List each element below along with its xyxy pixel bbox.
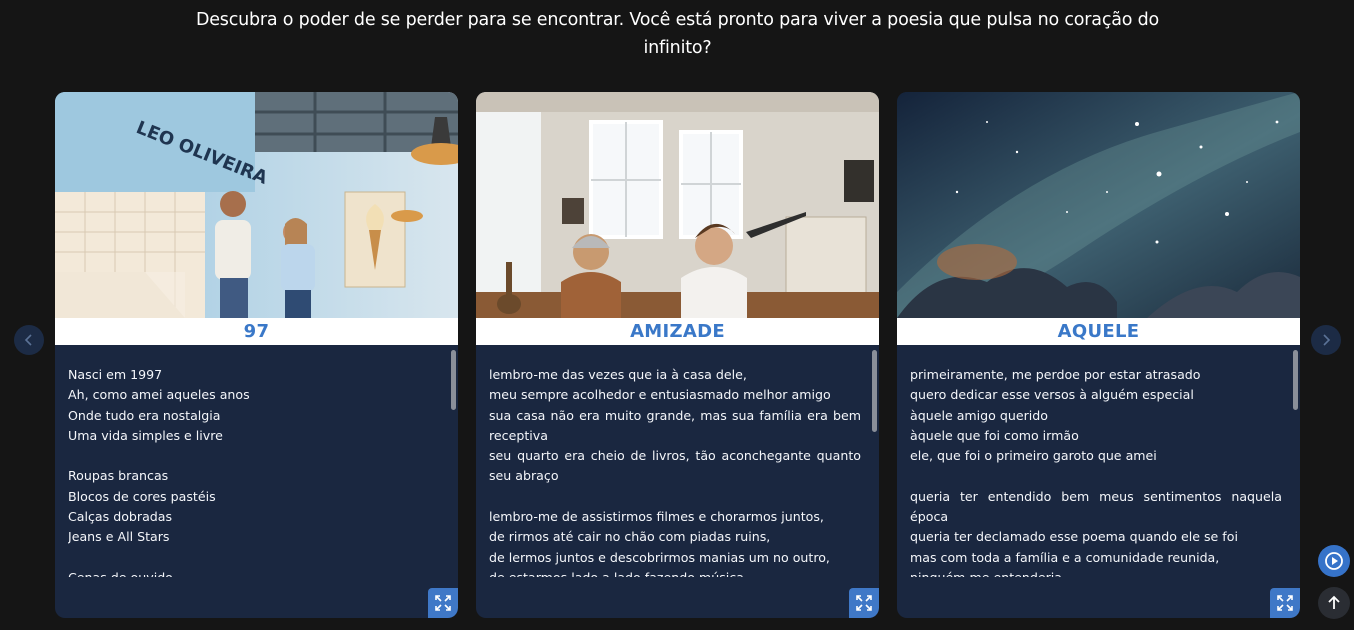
poem-line: seu quarto era cheio de livros, tão acon… — [489, 448, 861, 484]
expand-icon — [435, 595, 451, 611]
card-image-ice-cream-shop: LEO OLIVEIRA — [55, 92, 458, 318]
poem-line: quero dedicar esse versos à alguém espec… — [910, 387, 1194, 403]
poem-line: Calças dobradas — [68, 509, 173, 525]
poem-line: primeiramente, me perdoe por estar atras… — [910, 367, 1201, 382]
poem-line: lembro-me das vezes que ia à casa dele, — [489, 367, 747, 382]
poem-line: Nasci em 1997 — [68, 367, 163, 382]
card-title: AMIZADE — [476, 318, 879, 345]
poem-line — [68, 446, 440, 466]
play-audio-button[interactable] — [1318, 545, 1350, 577]
play-circle-icon — [1325, 552, 1343, 570]
back-to-top-button[interactable] — [1318, 587, 1350, 619]
page: Descubra o poder de se perder para se en… — [0, 0, 1354, 630]
poem-line: mas com toda a família e a comunidade re… — [910, 549, 1220, 565]
poem-line: de rirmos até cair no chão com piadas ru… — [489, 529, 771, 545]
poem-line: queria ter entendido bem meus sentimento… — [910, 488, 1282, 525]
arrow-up-icon — [1328, 595, 1340, 609]
intro-text: Descubra o poder de se perder para se en… — [195, 10, 1160, 58]
poem-scrollbar[interactable] — [872, 350, 877, 432]
poem-line: Cenas de ouvido — [68, 568, 440, 577]
poem-line: àquele amigo querido — [910, 407, 1048, 423]
card-image-starry-sky — [897, 92, 1300, 318]
carousel-next-button[interactable] — [1311, 325, 1341, 355]
poem-scrollbar[interactable] — [451, 350, 456, 410]
poem-line — [68, 548, 440, 568]
card-image-friends-laughing — [476, 92, 879, 318]
poem-card-97: LEO OLIVEIRA 97 Nasci em 1997 Ah, como a… — [55, 92, 458, 618]
poem-line: àquele que foi como irmão — [910, 427, 1079, 443]
poem-text[interactable]: Nasci em 1997 Ah, como amei aqueles anos… — [68, 365, 440, 577]
poem-line: ninguém me entenderia — [910, 568, 1282, 577]
poem-line: Ah, como amei aqueles anos — [68, 387, 250, 403]
carousel-prev-button[interactable] — [14, 325, 44, 355]
poem-line: Jeans e All Stars — [68, 529, 170, 545]
card-title: 97 — [55, 318, 458, 345]
card-title: AQUELE — [897, 318, 1300, 345]
poem-line: ele, que foi o primeiro garoto que amei — [910, 448, 1157, 464]
poem-line: lembro-me de assistirmos filmes e chorar… — [489, 509, 824, 525]
poem-line: de estarmos lado a lado fazendo música — [489, 568, 861, 577]
poem-line: Onde tudo era nostalgia — [68, 407, 221, 423]
poem-text[interactable]: lembro-me das vezes que ia à casa dele, … — [489, 365, 861, 577]
poem-scrollbar[interactable] — [1293, 350, 1298, 410]
poem-line: queria ter declamado esse poema quando e… — [910, 529, 1238, 545]
poem-card-aquele: AQUELE primeiramente, me perdoe por esta… — [897, 92, 1300, 618]
chevron-left-icon — [24, 334, 32, 346]
poem-line — [910, 466, 1282, 486]
expand-button[interactable] — [428, 588, 458, 618]
expand-button[interactable] — [1270, 588, 1300, 618]
expand-button[interactable] — [849, 588, 879, 618]
expand-icon — [856, 595, 872, 611]
poem-line: de lermos juntos e descobrirmos manias u… — [489, 549, 830, 565]
poem-line: meu sempre acolhedor e entusiasmado melh… — [489, 387, 831, 403]
poem-line: sua casa não era muito grande, mas sua f… — [489, 407, 861, 443]
poem-line: Blocos de cores pastéis — [68, 488, 216, 504]
poem-line — [489, 487, 861, 507]
expand-icon — [1277, 595, 1293, 611]
chevron-right-icon — [1323, 334, 1331, 346]
poem-line: Roupas brancas — [68, 468, 169, 484]
poem-text[interactable]: primeiramente, me perdoe por estar atras… — [910, 365, 1282, 577]
poem-card-amizade: AMIZADE lembro-me das vezes que ia à cas… — [476, 92, 879, 618]
poem-line: Uma vida simples e livre — [68, 427, 223, 443]
